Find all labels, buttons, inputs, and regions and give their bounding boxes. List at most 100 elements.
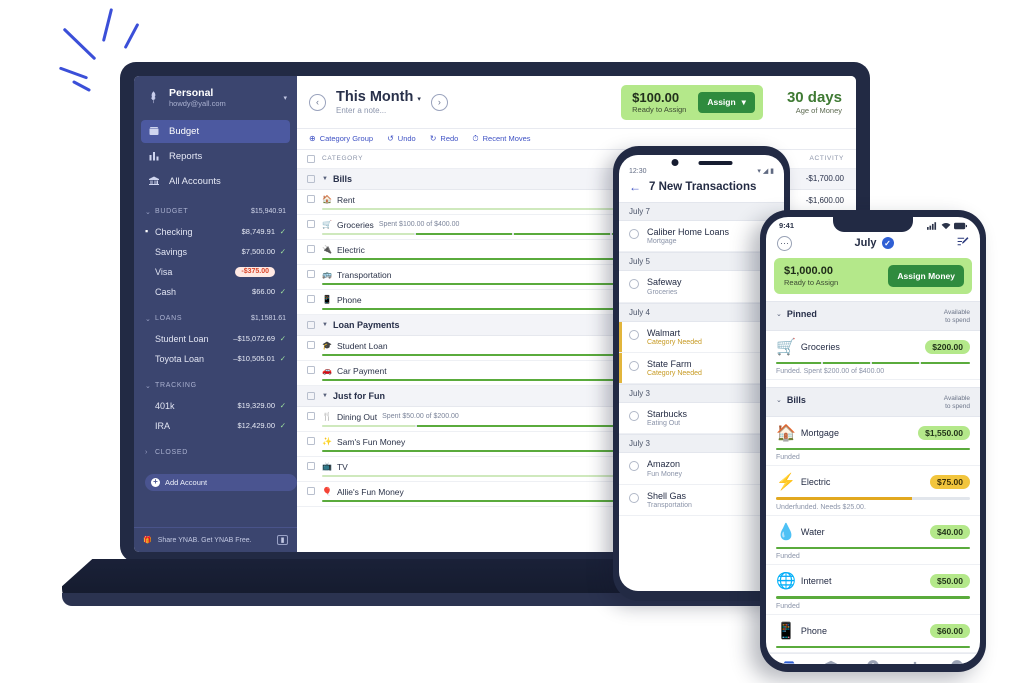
select-radio[interactable] — [629, 229, 639, 239]
chevron-down-icon[interactable]: ▾ — [283, 94, 287, 102]
account-label: Toyota Loan — [155, 353, 205, 364]
phone-budget-category-row[interactable]: 💧 Water $40.00 Funded — [766, 516, 980, 566]
phone-budget-category-row[interactable]: 📱 Phone $60.00 — [766, 615, 980, 654]
category-checkbox[interactable] — [307, 365, 315, 374]
phone-budget-group-header[interactable]: ⌄ Bills Available to spend — [766, 387, 980, 417]
category-checkbox[interactable] — [307, 219, 315, 228]
category-name: Phone — [336, 294, 362, 305]
available-amount-pill[interactable]: $60.00 — [930, 623, 970, 638]
account-group-closed[interactable]: › CLOSED — [134, 443, 297, 463]
month-selector[interactable]: This Month ▾ Enter a note... — [336, 89, 421, 115]
chevron-down-icon[interactable]: ▾ — [417, 95, 421, 103]
group-checkbox[interactable] — [307, 320, 315, 329]
nav-item-budget[interactable]: Budget — [768, 659, 810, 664]
category-checkbox[interactable] — [307, 340, 315, 349]
ynab-logo-icon — [145, 89, 162, 106]
arrow-left-icon[interactable]: ← — [629, 180, 641, 194]
assign-button[interactable]: Assign ▾ — [698, 91, 755, 113]
collapse-panel-icon[interactable]: ▮ — [277, 535, 288, 545]
available-amount-pill[interactable]: $200.00 — [925, 339, 970, 354]
assign-money-button[interactable]: Assign Money — [888, 265, 964, 287]
prev-month-button[interactable]: ‹ — [309, 93, 326, 111]
budget-icon — [782, 659, 796, 664]
phone-transactions-title: 7 New Transactions — [649, 181, 757, 193]
category-emoji-icon: 🍴 — [322, 412, 332, 422]
nav-item-transaction[interactable]: Transaction — [852, 659, 894, 664]
plus-circle-icon: ⊕ — [309, 134, 316, 144]
available-amount-pill[interactable]: $75.00 — [930, 475, 970, 490]
account-row-student-loan[interactable]: Student Loan –$15,072.69 ✓ — [134, 329, 297, 349]
account-group-budget[interactable]: ⌄ BUDGET $15,940.91 — [134, 202, 297, 222]
undo-button[interactable]: ↺ Undo — [387, 134, 416, 143]
phone-budget-category-row[interactable]: 🌐 Internet $50.00 Funded — [766, 565, 980, 615]
category-checkbox[interactable] — [307, 244, 315, 253]
account-row-visa[interactable]: Visa -$375.00 — [134, 262, 297, 282]
chevron-down-icon[interactable]: ▼ — [322, 393, 328, 399]
sidebar-item-all-accounts[interactable]: All Accounts — [141, 170, 290, 193]
more-circle-icon[interactable]: ⋯ — [777, 235, 792, 251]
phone-budget-category-row[interactable]: 🏠 Mortgage $1,550.00 Funded — [766, 417, 980, 467]
chevron-down-icon[interactable]: ⌄ — [776, 310, 782, 318]
redo-button[interactable]: ↻ Redo — [430, 134, 459, 143]
category-checkbox[interactable] — [307, 294, 315, 303]
select-radio[interactable] — [629, 329, 639, 340]
category-checkbox[interactable] — [307, 436, 315, 445]
category-checkbox[interactable] — [307, 486, 315, 495]
select-radio[interactable] — [629, 461, 639, 472]
chevron-down-icon[interactable]: ▼ — [322, 176, 328, 182]
phone-budget-screen: 9:41 ⋯ July ✓ $1,000.00 Ready to Assign … — [766, 217, 980, 664]
available-amount-pill[interactable]: $40.00 — [930, 524, 970, 539]
group-checkbox[interactable] — [307, 174, 315, 183]
account-row-401k[interactable]: 401k $19,329.00 ✓ — [134, 396, 297, 416]
add-account-button[interactable]: + Add Account — [145, 473, 297, 491]
group-total: $15,940.91 — [250, 208, 286, 216]
group-checkbox[interactable] — [307, 391, 315, 400]
available-amount-pill[interactable]: $50.00 — [930, 574, 970, 589]
transaction-category: Eating Out — [647, 420, 681, 428]
chevron-down-icon[interactable]: ▼ — [322, 322, 328, 328]
recent-moves-button[interactable]: ⏱ Recent Moves — [472, 134, 530, 144]
select-all-checkbox[interactable] — [307, 154, 315, 163]
category-checkbox[interactable] — [307, 461, 315, 470]
category-emoji-icon: ✨ — [322, 437, 332, 447]
select-radio[interactable] — [629, 360, 639, 371]
available-amount-pill[interactable]: $1,550.00 — [918, 425, 970, 440]
plus-circle-icon — [866, 659, 880, 664]
sidebar-item-budget[interactable]: Budget — [141, 119, 290, 143]
phone-budget-category-row[interactable]: ⚡ Electric $75.00 Underfunded. Needs $25.00… — [766, 466, 980, 516]
category-note: Spent $100.00 of $400.00 — [378, 221, 460, 229]
account-row-checking[interactable]: ▪ Checking $8,749.91 ✓ — [134, 222, 297, 242]
select-radio[interactable] — [629, 279, 639, 290]
phone-camera-speaker — [671, 159, 732, 166]
account-row-savings[interactable]: Savings $7,500.00 ✓ — [134, 242, 297, 262]
next-month-button[interactable]: › — [430, 93, 448, 111]
account-group-tracking[interactable]: ⌄ TRACKING — [134, 376, 297, 396]
account-row-cash[interactable]: Cash $66.00 ✓ — [134, 282, 297, 302]
account-group-loans[interactable]: ⌄ LOANS $1,1581.61 — [134, 309, 297, 329]
nav-item-accounts[interactable]: Accounts — [810, 659, 852, 664]
gift-icon: 🎁 — [143, 537, 152, 544]
category-name: Groceries — [800, 341, 840, 352]
edit-list-icon[interactable] — [956, 235, 969, 251]
account-row-toyota-loan[interactable]: Toyota Loan –$10,505.01 ✓ — [134, 349, 297, 369]
phone-budget-group-header[interactable]: ⌄ Pinned Available to spend — [766, 301, 980, 331]
select-radio[interactable] — [629, 492, 639, 503]
category-activity[interactable]: -$1,600.00 — [782, 195, 844, 205]
nav-item-reports[interactable]: Reports — [894, 659, 936, 664]
account-row-ira[interactable]: IRA $12,429.00 ✓ — [134, 416, 297, 436]
add-category-group-button[interactable]: ⊕ Category Group — [309, 134, 373, 143]
account-switcher[interactable]: Personal howdy@yall.com ▾ — [134, 76, 297, 118]
category-checkbox[interactable] — [307, 269, 315, 278]
category-checkbox[interactable] — [307, 194, 315, 203]
category-emoji-icon: 🎓 — [322, 341, 332, 351]
month-note-input[interactable]: Enter a note... — [336, 106, 421, 115]
sidebar-item-reports[interactable]: Reports — [141, 145, 290, 168]
category-checkbox[interactable] — [307, 411, 315, 420]
chevron-down-icon[interactable]: ⌄ — [776, 396, 782, 404]
month-selector[interactable]: July ✓ — [792, 237, 956, 249]
share-ynab-bar[interactable]: 🎁 Share YNAB. Get YNAB Free. ▮ — [134, 527, 297, 552]
phone-budget-category-row[interactable]: 🛒 Groceries $200.00 Funded. Spent $200.00 o… — [766, 331, 980, 381]
select-radio[interactable] — [629, 411, 639, 421]
nav-item-help[interactable]: ?Help — [936, 659, 978, 664]
progress-bar — [776, 447, 970, 451]
